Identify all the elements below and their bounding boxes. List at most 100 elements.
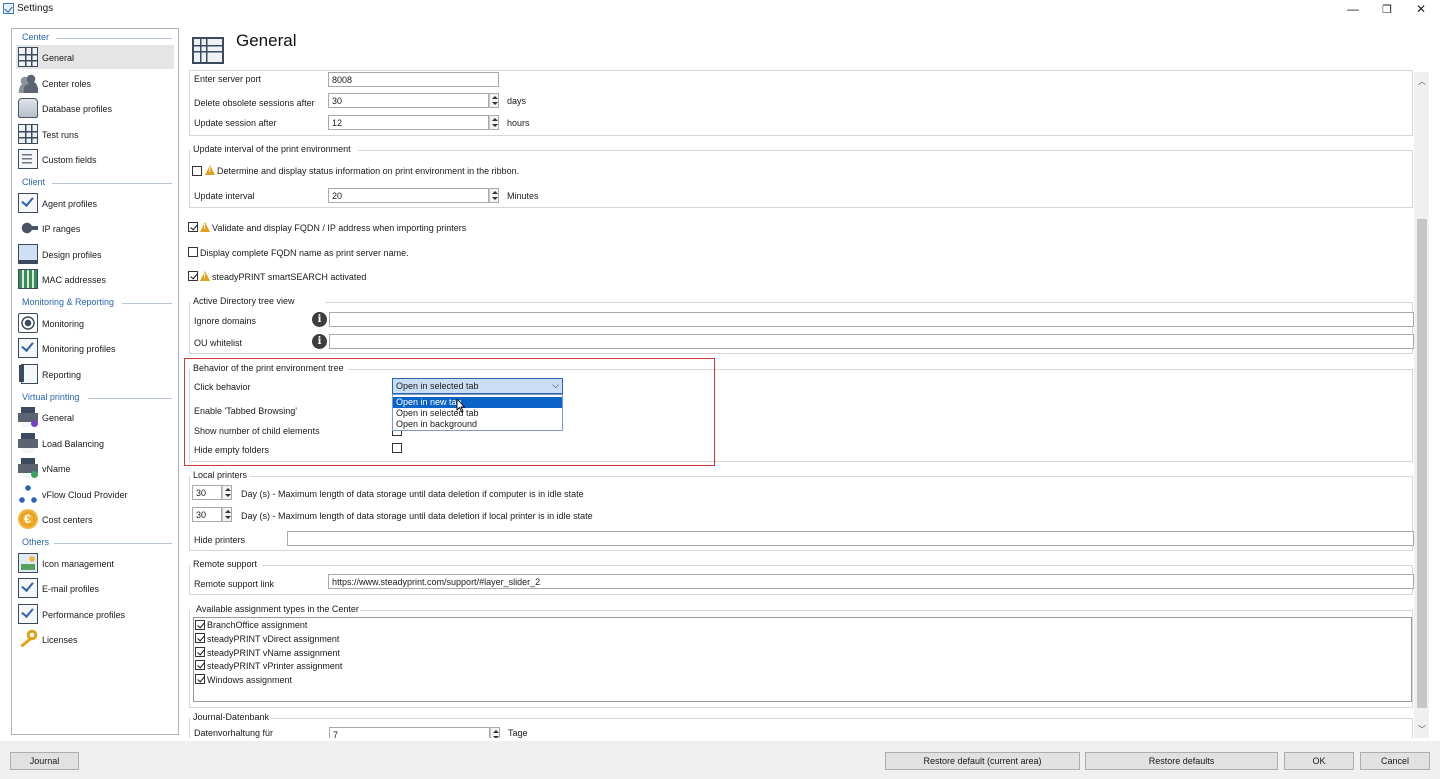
update-interval-stepper[interactable]	[489, 188, 499, 203]
sidebar-item-test-runs[interactable]: Test runs	[16, 122, 174, 146]
database-icon	[18, 98, 38, 118]
sidebar-item-label: vName	[42, 464, 71, 474]
sidebar-item-icon-management[interactable]: Icon management	[16, 551, 174, 575]
ignore-domains-input[interactable]	[329, 312, 1414, 327]
retention-input[interactable]: 7	[329, 727, 490, 738]
sidebar-item-agent-profiles[interactable]: Agent profiles	[16, 191, 174, 215]
update-session-label: Update session after	[194, 118, 277, 128]
journal-db-group: Datenvorhaltung für 7 Tage	[189, 718, 1413, 738]
sidebar-item-monitoring-profiles[interactable]: Monitoring profiles	[16, 336, 174, 360]
update-interval-input[interactable]: 20	[328, 188, 489, 203]
idle-printer-stepper[interactable]	[222, 507, 232, 522]
sidebar-item-monitoring[interactable]: Monitoring	[16, 311, 174, 335]
close-button[interactable]: ✕	[1404, 0, 1438, 18]
update-interval-label: Update interval	[194, 191, 255, 201]
cancel-button[interactable]: Cancel	[1360, 752, 1430, 770]
sidebar-item-label: IP ranges	[42, 224, 81, 234]
users-icon	[18, 73, 38, 93]
app-icon	[3, 3, 14, 14]
sidebar-item-label: General	[42, 53, 75, 63]
sidebar-item-database-profiles[interactable]: Database profiles	[16, 96, 174, 120]
status-info-checkbox[interactable]	[192, 166, 202, 176]
ou-whitelist-input[interactable]	[329, 334, 1414, 349]
assignment-label: BranchOffice assignment	[207, 620, 308, 630]
sidebar-item-label: Performance profiles	[42, 610, 126, 620]
scroll-up-icon[interactable]: ︿	[1418, 76, 1426, 87]
image-icon	[18, 553, 38, 573]
sidebar-item-center-roles[interactable]: Center roles	[16, 71, 174, 95]
vname-printer-icon	[18, 458, 38, 478]
sidebar-item-custom-fields[interactable]: Custom fields	[16, 147, 174, 171]
sidebar-item-ip-ranges[interactable]: IP ranges	[16, 216, 174, 240]
sidebar-item-licenses[interactable]: Licenses	[16, 627, 174, 651]
printer-icon	[18, 407, 38, 427]
smartsearch-label: steadyPRINT smartSEARCH activated	[212, 272, 367, 282]
sidebar-section-virtual: Virtual printing	[22, 392, 80, 402]
assignment-checkbox[interactable]	[195, 620, 205, 630]
sidebar-item-email-profiles[interactable]: E-mail profiles	[16, 576, 174, 600]
restore-button[interactable]: ❐	[1370, 0, 1404, 18]
smartsearch-checkbox[interactable]	[188, 271, 198, 281]
remote-support-link-input[interactable]: https://www.steadyprint.com/support/#lay…	[328, 574, 1414, 589]
assignment-checkbox[interactable]	[195, 633, 205, 643]
sidebar-item-mac-addresses[interactable]: MAC addresses	[16, 267, 174, 291]
sidebar-item-vflow[interactable]: vFlow Cloud Provider	[16, 482, 174, 506]
hide-printers-label: Hide printers	[194, 535, 246, 545]
grid-icon	[18, 47, 38, 67]
idle-computer-stepper[interactable]	[222, 485, 232, 500]
update-session-input[interactable]: 12	[328, 115, 489, 130]
hide-printers-input[interactable]	[287, 531, 1414, 546]
idle-computer-input[interactable]: 30	[192, 485, 222, 500]
idle-printer-input[interactable]: 30	[192, 507, 222, 522]
sidebar-item-performance-profiles[interactable]: Performance profiles	[16, 602, 174, 626]
validate-fqdn-checkbox[interactable]	[188, 222, 198, 232]
section-divider	[88, 398, 172, 399]
journal-button[interactable]: Journal	[10, 752, 79, 770]
delete-sessions-stepper[interactable]	[489, 93, 499, 108]
test-grid-icon	[18, 124, 38, 144]
delete-sessions-input[interactable]: 30	[328, 93, 489, 108]
sidebar-item-label: Design profiles	[42, 250, 102, 260]
assignments-list	[193, 617, 1412, 702]
sidebar-item-reporting[interactable]: Reporting	[16, 362, 174, 386]
assignment-checkbox[interactable]	[195, 674, 205, 684]
scrollbar-thumb[interactable]	[1417, 219, 1427, 708]
group-line	[250, 476, 1413, 477]
key-icon	[18, 629, 38, 649]
sidebar-item-label: Monitoring profiles	[42, 344, 116, 354]
minutes-unit: Minutes	[507, 191, 539, 201]
sidebar-item-vname[interactable]: vName	[16, 456, 174, 480]
server-port-input[interactable]: 8008	[328, 72, 499, 87]
sidebar-item-label: General	[42, 413, 75, 423]
sidebar-item-label: Test runs	[42, 130, 79, 140]
assignment-label: steadyPRINT vPrinter assignment	[207, 661, 343, 671]
minimize-button[interactable]: —	[1336, 0, 1370, 18]
update-session-stepper[interactable]	[489, 115, 499, 130]
sidebar-item-cost-centers[interactable]: Cost centers	[16, 507, 174, 531]
sidebar-item-load-balancing[interactable]: Load Balancing	[16, 431, 174, 455]
display-fqdn-checkbox[interactable]	[188, 247, 198, 257]
report-book-icon	[19, 364, 38, 384]
sidebar-item-label: Reporting	[42, 370, 82, 380]
sidebar-item-general[interactable]: General	[16, 45, 174, 69]
monitoring-profile-icon	[18, 338, 38, 358]
ou-whitelist-label: OU whitelist	[194, 338, 243, 348]
assignment-checkbox[interactable]	[195, 660, 205, 670]
restore-defaults-button[interactable]: Restore defaults	[1085, 752, 1278, 770]
ok-button[interactable]: OK	[1284, 752, 1354, 770]
section-divider	[54, 543, 172, 544]
info-icon[interactable]: i	[312, 312, 327, 327]
group-line	[360, 610, 1413, 611]
info-icon[interactable]: i	[312, 334, 327, 349]
assignment-checkbox[interactable]	[195, 647, 205, 657]
performance-profile-icon	[18, 604, 38, 624]
retention-stepper[interactable]	[490, 727, 500, 738]
scroll-down-icon[interactable]: ﹀	[1418, 724, 1426, 735]
restore-area-button[interactable]: Restore default (current area)	[885, 752, 1080, 770]
sidebar-item-label: Center roles	[42, 79, 92, 89]
sidebar-item-vp-general[interactable]: General	[16, 405, 174, 429]
sidebar-item-label: Icon management	[42, 559, 115, 569]
sidebar-item-label: Monitoring	[42, 319, 85, 329]
sidebar-item-design-profiles[interactable]: Design profiles	[16, 242, 174, 266]
group-line	[325, 302, 1413, 303]
